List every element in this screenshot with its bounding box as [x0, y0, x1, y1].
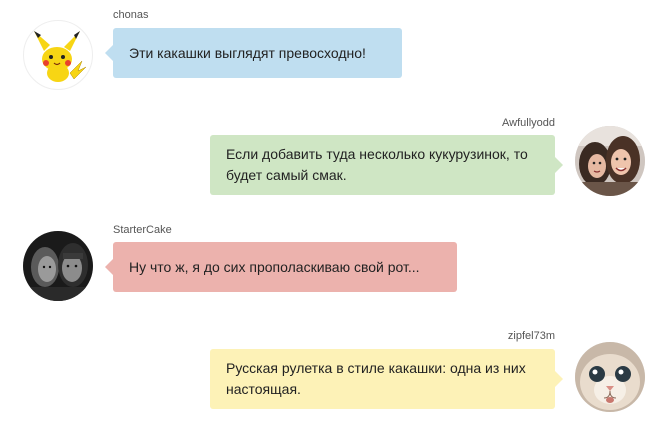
- bubble-tail: [555, 371, 563, 387]
- username[interactable]: StarterCake: [113, 224, 172, 237]
- message-text: Ну что ж, я до сих прополаскиваю свой ро…: [129, 258, 420, 275]
- message-bubble: Русская рулетка в стиле какашки: одна из…: [210, 349, 563, 409]
- girls-photo-icon[interactable]: [575, 126, 645, 196]
- username[interactable]: chonas: [113, 9, 148, 22]
- username[interactable]: Awfullyodd: [502, 117, 555, 130]
- bubble-tail: [105, 45, 113, 61]
- men-photo-icon[interactable]: [23, 231, 93, 301]
- message-text: Русская рулетка в стиле какашки: одна из…: [226, 360, 526, 397]
- message-bubble: Эти какашки выглядят превосходно!: [105, 28, 402, 78]
- bubble-tail: [555, 157, 563, 173]
- message-bubble: Ну что ж, я до сих прополаскиваю свой ро…: [105, 242, 457, 292]
- bubble-tail: [105, 259, 113, 275]
- message-text: Эти какашки выглядят превосходно!: [129, 44, 366, 61]
- pikachu-icon[interactable]: [23, 20, 93, 90]
- message-bubble: Если добавить туда несколько кукурузинок…: [210, 135, 563, 195]
- message-text: Если добавить туда несколько кукурузинок…: [226, 146, 528, 183]
- cat-photo-icon[interactable]: [575, 342, 645, 412]
- username[interactable]: zipfel73m: [508, 330, 555, 343]
